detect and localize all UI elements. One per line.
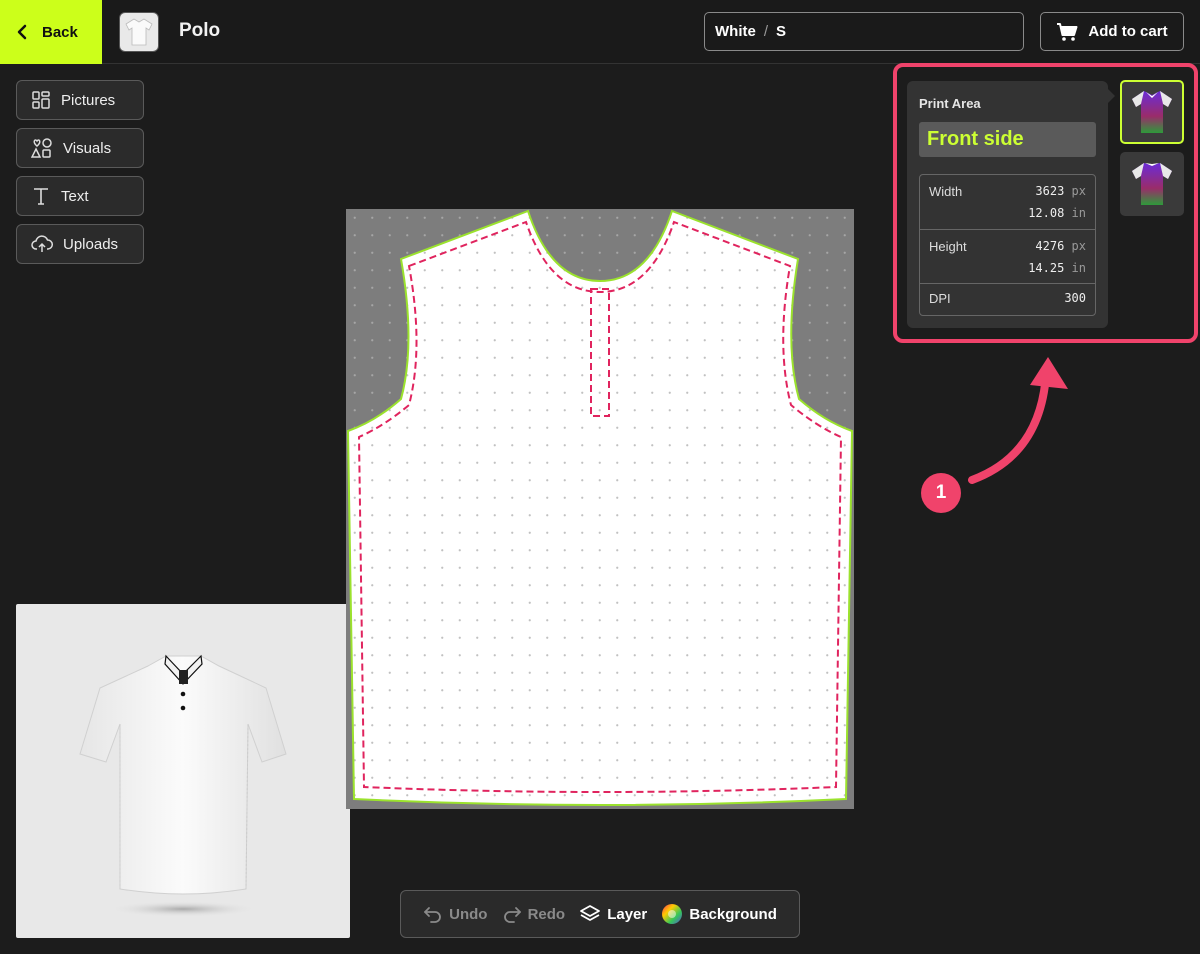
uploads-label: Uploads xyxy=(63,235,119,253)
dpi-value: 300 xyxy=(1064,291,1086,305)
width-label: Width xyxy=(929,184,963,199)
print-area-label: Print Area xyxy=(919,96,981,111)
color-wheel-icon xyxy=(662,904,683,924)
print-area-dimensions: Width 3623 px 12.08 in Height 4276 px 14… xyxy=(919,174,1096,316)
design-canvas[interactable] xyxy=(346,209,854,809)
redo-button[interactable]: Redo xyxy=(502,905,566,923)
product-mockup-preview xyxy=(16,604,350,938)
text-label: Text xyxy=(61,187,89,205)
back-side-thumbnail[interactable] xyxy=(1120,152,1184,216)
uploads-button[interactable]: Uploads xyxy=(16,224,144,264)
cart-icon xyxy=(1057,22,1078,41)
text-button[interactable]: Text xyxy=(16,176,144,216)
redo-icon xyxy=(503,907,521,923)
variant-separator: / xyxy=(763,23,768,40)
redo-label: Redo xyxy=(527,905,566,923)
annotation-arrow-icon xyxy=(968,357,1068,484)
variant-selector[interactable]: White / S xyxy=(704,12,1024,51)
layer-button[interactable]: Layer xyxy=(579,904,647,924)
product-thumbnail xyxy=(119,12,159,52)
polo-mockup-image xyxy=(79,654,287,917)
chevron-left-icon xyxy=(17,24,27,40)
undo-button[interactable]: Undo xyxy=(423,905,487,923)
cloud-upload-icon xyxy=(31,235,53,252)
shapes-icon xyxy=(31,138,52,158)
polo-front-thumb-icon xyxy=(1132,91,1172,133)
grid-icon xyxy=(32,91,50,109)
height-row: Height 4276 px 14.25 in xyxy=(920,230,1095,284)
polo-shirt-icon xyxy=(125,18,153,46)
undo-label: Undo xyxy=(449,905,488,923)
undo-icon xyxy=(424,907,441,923)
visuals-label: Visuals xyxy=(63,139,112,157)
layers-icon xyxy=(580,905,601,921)
background-button[interactable]: Background xyxy=(661,903,777,925)
add-to-cart-label: Add to cart xyxy=(1088,23,1168,40)
polo-back-thumb-icon xyxy=(1132,163,1172,205)
canvas-toolbar: Undo Redo Layer Background xyxy=(400,890,800,938)
print-area-panel: Print Area Front side Width 3623 px 12.0… xyxy=(907,81,1115,328)
back-button[interactable]: Back xyxy=(0,0,102,64)
width-px-value: 3623 px xyxy=(1035,184,1086,198)
height-px-value: 4276 px xyxy=(1035,239,1086,253)
width-row: Width 3623 px 12.08 in xyxy=(920,175,1095,230)
add-to-cart-button[interactable]: Add to cart xyxy=(1040,12,1184,51)
width-in-value: 12.08 in xyxy=(1028,206,1086,220)
pictures-button[interactable]: Pictures xyxy=(16,80,144,120)
step-number-badge: 1 xyxy=(921,473,961,513)
variant-size: S xyxy=(776,23,787,40)
back-label: Back xyxy=(42,23,78,41)
pictures-label: Pictures xyxy=(61,91,116,109)
dpi-row: DPI 300 xyxy=(920,284,1095,315)
text-icon xyxy=(34,188,48,205)
product-title: Polo xyxy=(179,20,221,41)
layer-label: Layer xyxy=(607,905,648,923)
variant-color: White xyxy=(715,23,756,40)
print-area-template[interactable] xyxy=(346,209,854,809)
background-label: Background xyxy=(689,905,777,923)
top-bar: Back Polo White / S Add to cart xyxy=(0,0,1200,64)
front-side-thumbnail[interactable] xyxy=(1120,80,1184,144)
dpi-label: DPI xyxy=(929,291,951,306)
print-side-title: Front side xyxy=(919,122,1096,157)
visuals-button[interactable]: Visuals xyxy=(16,128,144,168)
height-label: Height xyxy=(929,239,967,254)
height-in-value: 14.25 in xyxy=(1028,261,1086,275)
